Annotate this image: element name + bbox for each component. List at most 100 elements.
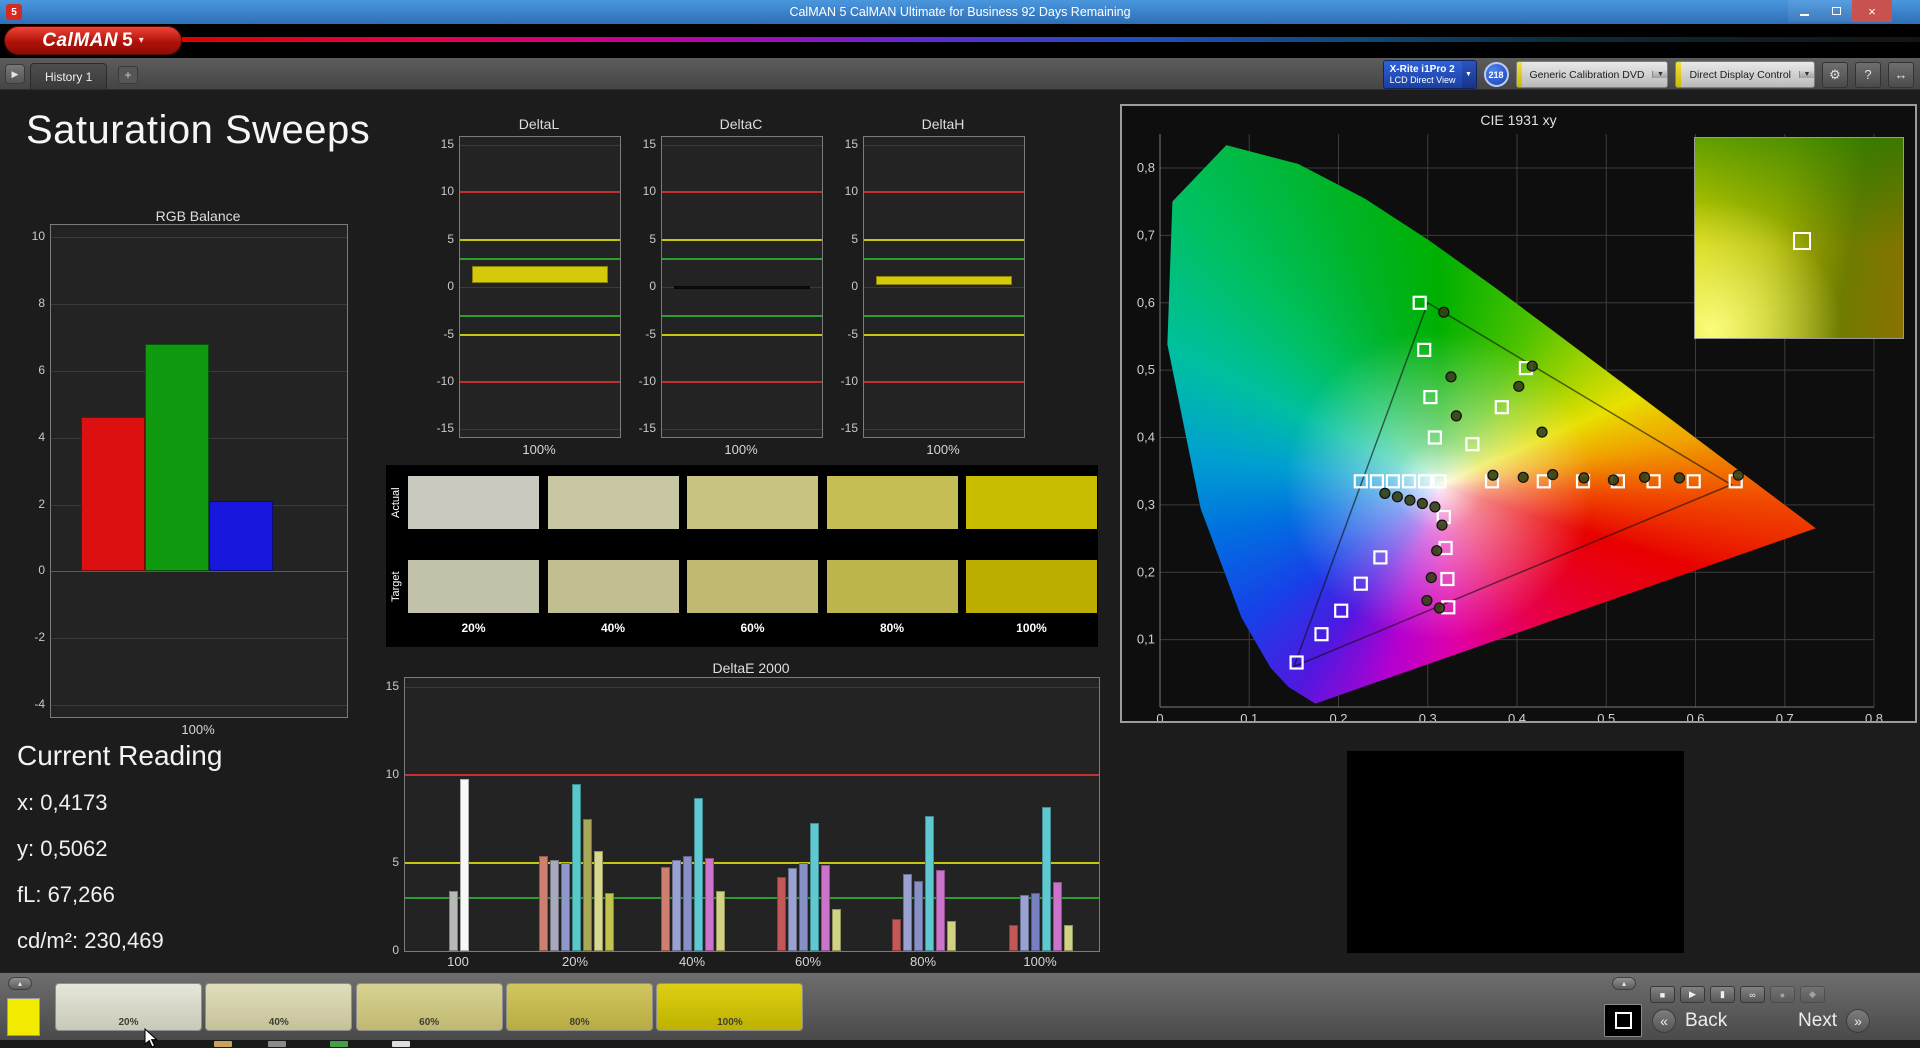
transport-button[interactable]: ● <box>1770 986 1795 1003</box>
gridline <box>662 429 822 431</box>
color-swatch <box>966 476 1097 529</box>
deltah-plot: 15 10 5 0 -5 -10 -15 <box>841 136 1025 438</box>
source-label: Generic Calibration DVD <box>1529 68 1645 81</box>
source-select-button[interactable]: Generic Calibration DVD ▼ <box>1515 61 1669 88</box>
reference-line <box>864 257 1024 260</box>
chart-title: CIE 1931 xy <box>1480 112 1557 128</box>
pattern-preview-inset <box>1694 137 1904 339</box>
reference-line <box>460 238 620 241</box>
svg-text:0,3: 0,3 <box>1137 497 1155 512</box>
deltae-bar <box>810 822 819 951</box>
maximize-button[interactable] <box>1820 0 1852 22</box>
taskbar-icon[interactable] <box>392 1041 410 1047</box>
x-axis-label: 100% <box>181 722 215 737</box>
expand-button[interactable]: ↔ <box>1888 61 1914 88</box>
maximize-icon <box>1831 7 1841 15</box>
y-tick-label: 10 <box>385 767 399 781</box>
patch-button-label: 40% <box>268 1017 289 1028</box>
svg-text:0,2: 0,2 <box>1137 564 1155 579</box>
swatch-column-label: 40% <box>600 621 626 635</box>
meter-select-button[interactable]: X-Rite i1Pro 2 LCD Direct View ▼ <box>1382 60 1477 89</box>
reference-line <box>864 191 1024 194</box>
back-button[interactable]: « Back <box>1652 1009 1727 1033</box>
chevron-down-icon: ▾ <box>138 35 144 46</box>
toolbar: X-Rite i1Pro 2 LCD Direct View ▼ 218 Gen… <box>1382 60 1914 89</box>
patch-button-100%[interactable]: 100% <box>656 983 804 1031</box>
y-tick-label: 10 <box>31 228 45 243</box>
patch-button-20%[interactable]: 20% <box>55 983 202 1031</box>
deltae-category-label: 40% <box>678 954 706 969</box>
deltae-category-label: 20% <box>561 954 589 969</box>
y-tick-label: -5 <box>645 326 656 341</box>
tab-history-1[interactable]: History 1 <box>30 63 108 89</box>
deltae-bar <box>560 863 570 951</box>
gridline <box>51 638 347 640</box>
add-tab-button[interactable]: + <box>118 66 138 84</box>
y-tick-label: -15 <box>840 421 858 436</box>
svg-text:0,3: 0,3 <box>1419 711 1437 721</box>
close-button[interactable]: × <box>1852 0 1892 22</box>
x-axis-label: 100% <box>522 442 556 457</box>
svg-text:0,6: 0,6 <box>1137 295 1155 310</box>
display-label: Direct Display Control <box>1689 68 1791 81</box>
deltae-bar <box>903 873 912 951</box>
patch-button-80%[interactable]: 80% <box>506 983 653 1031</box>
deltac-chart: DeltaC 15 10 5 0 -5 -10 -15 100% <box>639 116 823 462</box>
color-swatch <box>408 560 539 613</box>
deltae-bar <box>777 877 786 951</box>
y-tick-label: 0 <box>851 279 858 293</box>
minimize-button[interactable] <box>1788 0 1820 22</box>
help-button[interactable]: ? <box>1855 61 1881 88</box>
gridline <box>864 144 1024 146</box>
deltaC-bar <box>674 285 810 289</box>
logo-bar: CalMAN 5 ▾ <box>0 24 1920 58</box>
nav-toggle-button[interactable]: ▶ <box>5 64 25 84</box>
window-titlebar: 5 CalMAN 5 CalMAN Ultimate for Business … <box>0 0 1920 24</box>
patch-swatch-row: 20% 40% 60% 80% 100% <box>55 983 815 1031</box>
deltae-bar <box>936 870 945 951</box>
scroll-up-button[interactable]: ▴ <box>8 977 32 990</box>
calman-logo-menu[interactable]: CalMAN 5 ▾ <box>4 26 182 55</box>
meter-line1: X-Rite i1Pro 2 <box>1389 64 1455 75</box>
scroll-up-button[interactable]: ▴ <box>1612 977 1636 990</box>
deltae2000-plot: 15 10 5 0 <box>386 677 1100 957</box>
back-label: Back <box>1685 1010 1728 1031</box>
display-control-button[interactable]: Direct Display Control ▼ <box>1675 61 1815 88</box>
next-button[interactable]: Next » <box>1798 1009 1871 1033</box>
deltae-group <box>661 797 725 951</box>
deltae-group <box>892 815 956 951</box>
taskbar-icon[interactable] <box>214 1041 232 1047</box>
y-tick-label: 8 <box>38 295 45 310</box>
x-axis-label: 100% <box>926 442 960 457</box>
pattern-window-button[interactable] <box>1604 1004 1642 1037</box>
gridline <box>460 144 620 146</box>
taskbar-icon[interactable] <box>330 1041 348 1047</box>
transport-button[interactable]: ◆ <box>1800 986 1825 1003</box>
deltae-bar <box>538 856 548 951</box>
chart-title: DeltaL <box>518 116 560 132</box>
deltae-bar <box>672 859 681 951</box>
reference-line <box>460 380 620 383</box>
os-taskbar <box>0 1040 1920 1048</box>
profile-badge[interactable]: 218 <box>1483 62 1509 87</box>
transport-button[interactable]: ∞ <box>1740 986 1765 1003</box>
transport-button[interactable]: ▮ <box>1710 986 1735 1003</box>
calman-app-window: 5 CalMAN 5 CalMAN Ultimate for Business … <box>0 0 1920 1048</box>
patch-button-60%[interactable]: 60% <box>355 983 503 1031</box>
reference-line <box>460 191 620 194</box>
meter-label: X-Rite i1Pro 2 LCD Direct View <box>1383 61 1462 88</box>
transport-button[interactable]: ▶ <box>1680 986 1705 1003</box>
patch-button-40%[interactable]: 40% <box>205 983 353 1031</box>
transport-button[interactable]: ■ <box>1650 986 1675 1003</box>
deltae-bar <box>1053 882 1062 951</box>
deltae-bar <box>705 857 714 951</box>
deltae-group <box>777 822 841 951</box>
settings-gear-button[interactable]: ⚙ <box>1822 61 1848 88</box>
y-tick-label: 15 <box>440 136 454 151</box>
y-tick-label: 5 <box>392 855 399 869</box>
y-tick-label: 10 <box>440 184 454 199</box>
taskbar-icon[interactable] <box>268 1041 286 1047</box>
svg-text:0,5: 0,5 <box>1597 711 1615 721</box>
svg-text:0,8: 0,8 <box>1865 711 1883 721</box>
transport-controls: ■ ▶ ▮ ∞ ● ◆ <box>1650 986 1825 1003</box>
